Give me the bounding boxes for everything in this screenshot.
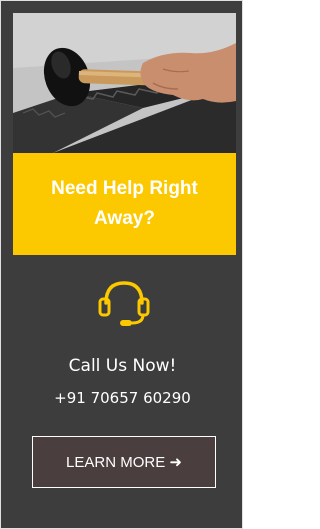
help-banner: Need Help Right Away? — [13, 153, 236, 255]
phone-number[interactable]: +91 70657 60290 — [1, 389, 244, 407]
hammer-flooring-photo — [13, 13, 236, 153]
help-card: Need Help Right Away? Call Us Now! +91 7… — [0, 0, 243, 529]
hero-image — [13, 13, 236, 153]
learn-more-button[interactable]: LEARN MORE ➜ — [32, 436, 216, 488]
headset-icon — [96, 277, 152, 327]
banner-title: Need Help Right Away? — [51, 178, 198, 229]
call-us-title: Call Us Now! — [68, 356, 177, 376]
